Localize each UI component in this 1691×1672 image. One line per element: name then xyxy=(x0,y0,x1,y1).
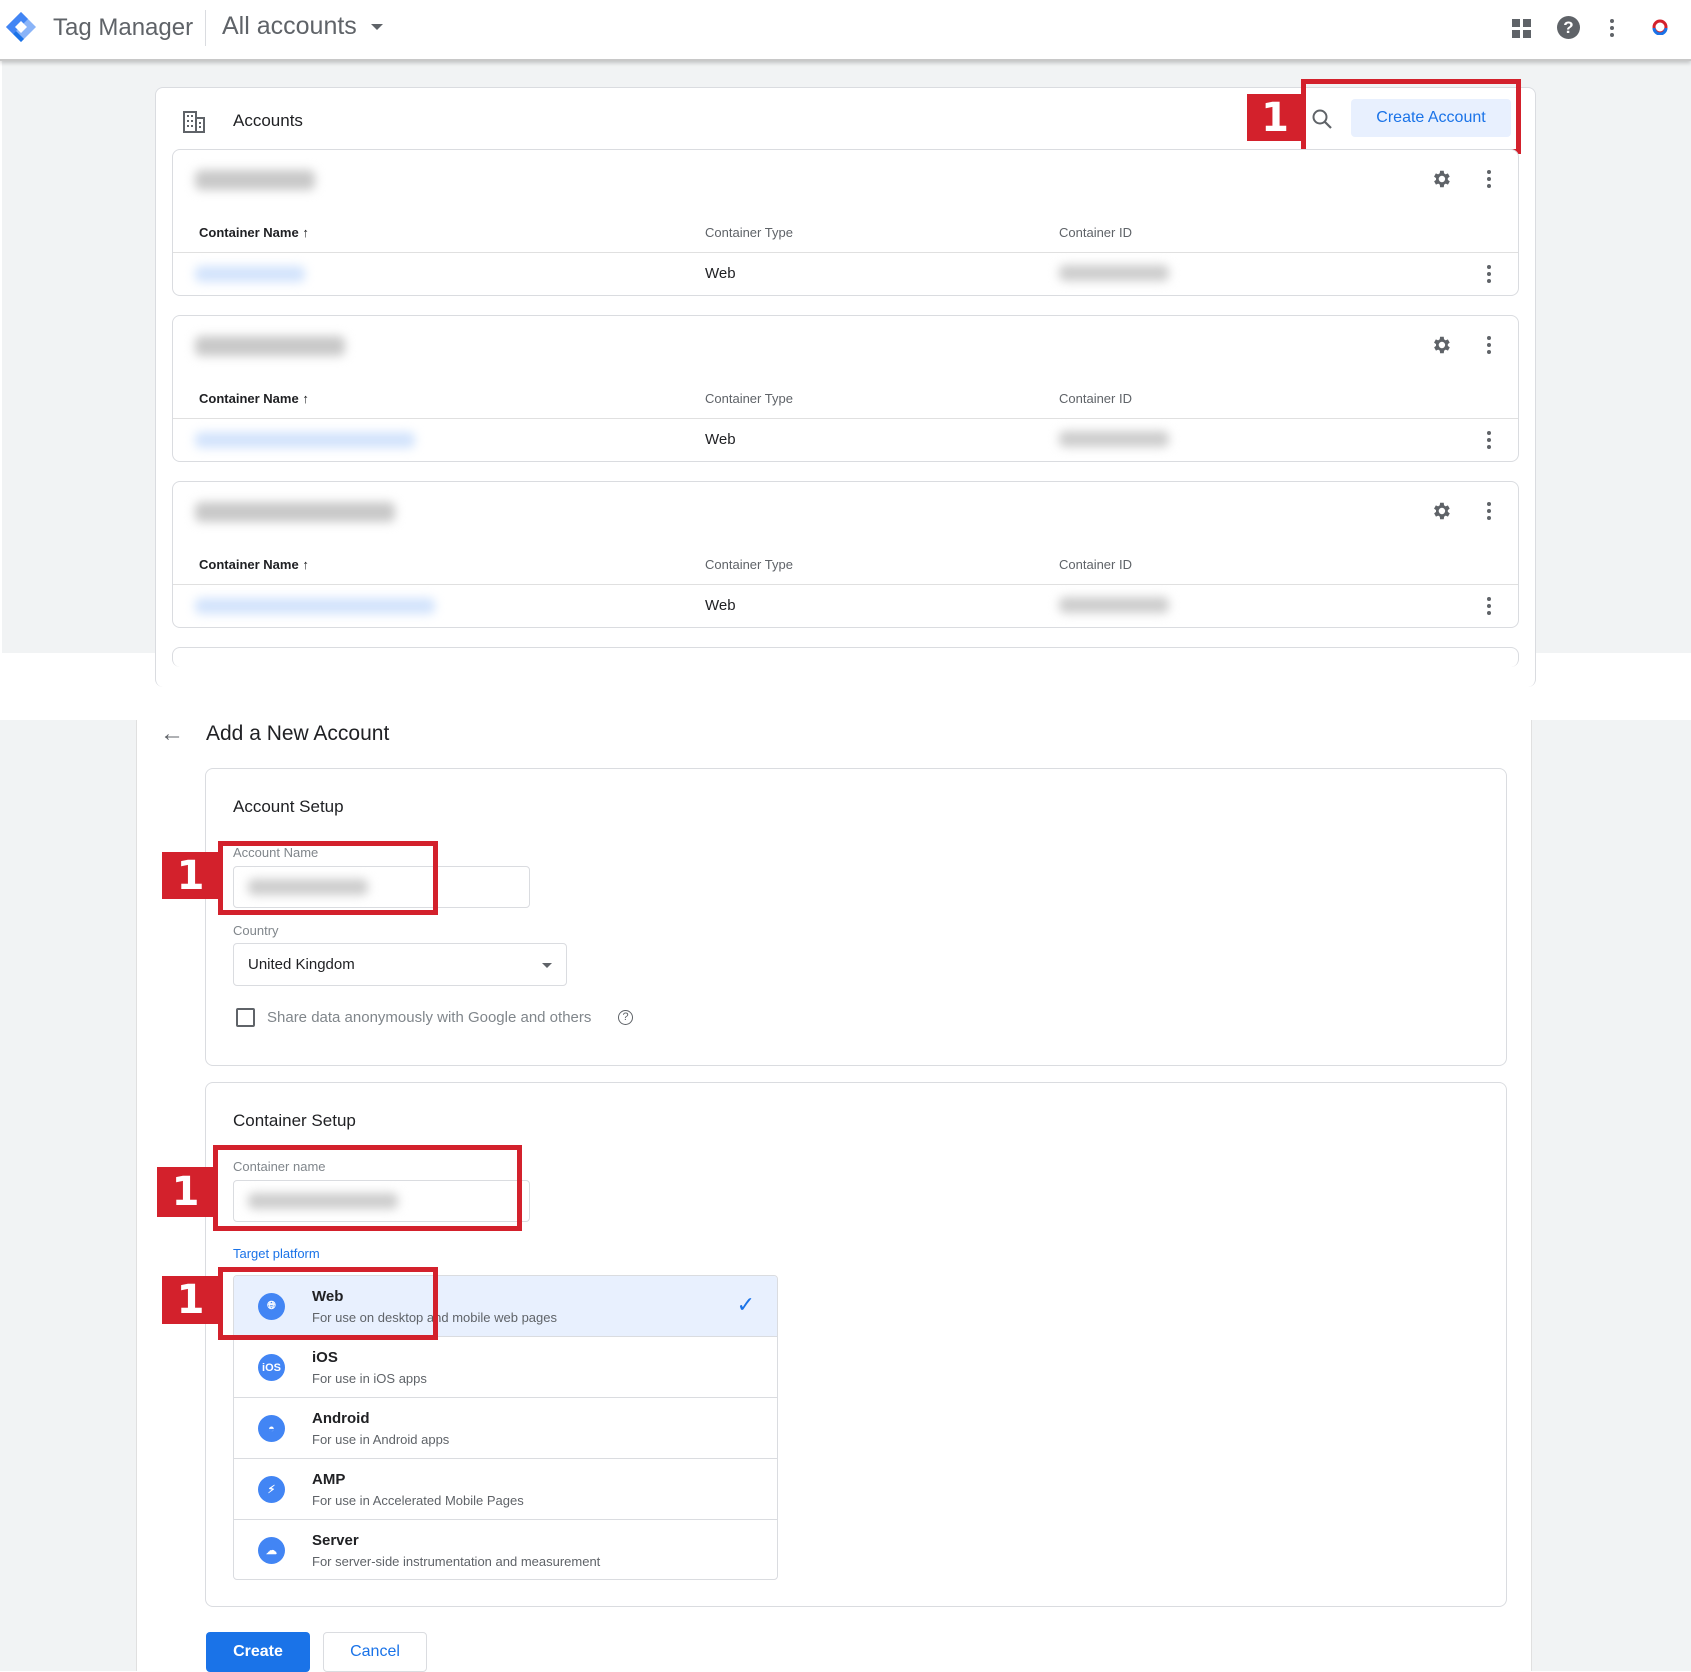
column-header-label: Container Name xyxy=(199,391,299,406)
gear-icon[interactable] xyxy=(1430,168,1452,190)
column-header-container-name[interactable]: Container Name ↑ xyxy=(199,225,309,240)
account-more-icon[interactable] xyxy=(1487,502,1491,520)
sort-arrow-up-icon: ↑ xyxy=(302,391,309,406)
sort-arrow-up-icon: ↑ xyxy=(302,225,309,240)
platform-name: Server xyxy=(312,1532,359,1549)
share-data-label: Share data anonymously with Google and o… xyxy=(267,1009,592,1026)
column-header-container-type: Container Type xyxy=(705,225,793,240)
account-setup-card: Account Setup Account Name Country Unite… xyxy=(205,768,1507,1066)
dropdown-arrow-icon xyxy=(542,963,552,968)
help-circle-icon[interactable]: ? xyxy=(618,1010,633,1025)
platform-description: For server-side instrumentation and meas… xyxy=(312,1554,601,1569)
annotation-badge: 1 xyxy=(1247,94,1303,141)
cancel-button[interactable]: Cancel xyxy=(323,1632,427,1672)
column-header-container-name[interactable]: Container Name ↑ xyxy=(199,557,309,572)
divider xyxy=(173,418,1518,419)
column-header-container-type: Container Type xyxy=(705,557,793,572)
redacted-container-name-link[interactable] xyxy=(195,432,415,448)
account-card: Container Name ↑ Container Type Containe… xyxy=(172,481,1519,628)
create-button[interactable]: Create xyxy=(206,1632,310,1672)
help-icon[interactable]: ? xyxy=(1557,16,1580,39)
column-header-label: Container Name xyxy=(199,557,299,572)
account-more-icon[interactable] xyxy=(1487,170,1491,188)
annotation-highlight-box xyxy=(218,841,438,915)
annotation-badge: 1 xyxy=(157,1167,214,1217)
country-label: Country xyxy=(233,923,279,938)
country-value: United Kingdom xyxy=(248,956,355,973)
app-title: Tag Manager xyxy=(53,14,194,41)
container-more-icon[interactable] xyxy=(1487,597,1491,615)
platform-name: iOS xyxy=(312,1349,338,1366)
redacted-container-id xyxy=(1059,431,1169,447)
redacted-container-name-link[interactable] xyxy=(195,598,435,614)
divider xyxy=(205,10,206,46)
redacted-container-id xyxy=(1059,265,1169,281)
container-more-icon[interactable] xyxy=(1487,265,1491,283)
building-icon xyxy=(183,111,205,133)
more-vert-icon[interactable] xyxy=(1610,19,1614,37)
platform-option-amp[interactable]: ⚡︎ AMP For use in Accelerated Mobile Pag… xyxy=(234,1459,777,1520)
android-icon: ◓ xyxy=(258,1415,285,1442)
back-arrow-icon[interactable]: ← xyxy=(160,720,184,748)
divider xyxy=(173,252,1518,253)
accounts-title: Accounts xyxy=(233,111,303,130)
apps-grid-icon[interactable] xyxy=(1512,19,1531,38)
ios-icon: iOS xyxy=(258,1354,285,1381)
redacted-container-id xyxy=(1059,597,1169,613)
account-card: Container Name ↑ Container Type Containe… xyxy=(172,149,1519,296)
annotation-badge: 1 xyxy=(162,1276,219,1324)
gear-icon[interactable] xyxy=(1430,334,1452,356)
redacted-account-name xyxy=(195,336,345,356)
annotation-highlight-box xyxy=(1301,79,1521,154)
column-header-container-type: Container Type xyxy=(705,391,793,406)
target-platform-label: Target platform xyxy=(233,1246,320,1261)
redacted-container-name-link[interactable] xyxy=(195,266,305,282)
annotation-badge: 1 xyxy=(162,852,219,899)
top-app-bar: Tag Manager All accounts ? xyxy=(0,0,1691,61)
annotation-highlight-box xyxy=(213,1145,522,1231)
amp-bolt-icon: ⚡︎ xyxy=(258,1476,285,1503)
account-selector-label: All accounts xyxy=(222,12,357,40)
account-card: Container Name ↑ Container Type Containe… xyxy=(172,315,1519,462)
page-title: Add a New Account xyxy=(206,722,390,745)
account-more-icon[interactable] xyxy=(1487,336,1491,354)
gear-icon[interactable] xyxy=(1430,500,1452,522)
container-more-icon[interactable] xyxy=(1487,431,1491,449)
container-type: Web xyxy=(705,265,736,282)
redacted-account-name xyxy=(195,170,315,190)
column-header-container-id: Container ID xyxy=(1059,557,1132,572)
platform-option-ios[interactable]: iOS iOS For use in iOS apps xyxy=(234,1337,777,1398)
account-selector[interactable]: All accounts xyxy=(222,12,383,41)
platform-description: For use in Accelerated Mobile Pages xyxy=(312,1493,524,1508)
column-header-container-name[interactable]: Container Name ↑ xyxy=(199,391,309,406)
column-header-label: Container Name xyxy=(199,225,299,240)
share-data-checkbox[interactable] xyxy=(236,1008,255,1027)
platform-name: Android xyxy=(312,1410,370,1427)
tag-manager-logo-icon xyxy=(6,12,36,42)
annotation-highlight-box xyxy=(218,1267,438,1340)
column-header-container-id: Container ID xyxy=(1059,391,1132,406)
sort-arrow-up-icon: ↑ xyxy=(302,557,309,572)
column-header-container-id: Container ID xyxy=(1059,225,1132,240)
redacted-account-name xyxy=(195,502,395,522)
platform-option-android[interactable]: ◓ Android For use in Android apps xyxy=(234,1398,777,1459)
platform-name: AMP xyxy=(312,1471,346,1488)
container-setup-heading: Container Setup xyxy=(233,1111,356,1130)
platform-option-server[interactable]: ☁︎ Server For server-side instrumentatio… xyxy=(234,1520,777,1579)
account-setup-heading: Account Setup xyxy=(233,797,344,816)
cloud-icon: ☁︎ xyxy=(258,1537,285,1564)
platform-description: For use in iOS apps xyxy=(312,1371,427,1386)
country-select[interactable]: United Kingdom xyxy=(233,943,567,986)
platform-description: For use in Android apps xyxy=(312,1432,450,1447)
divider xyxy=(173,584,1518,585)
container-type: Web xyxy=(705,597,736,614)
dropdown-arrow-icon xyxy=(370,23,383,30)
account-avatar-icon[interactable] xyxy=(1652,19,1668,35)
container-type: Web xyxy=(705,431,736,448)
checkmark-icon: ✓ xyxy=(736,1292,755,1317)
account-card-partial xyxy=(172,647,1519,667)
